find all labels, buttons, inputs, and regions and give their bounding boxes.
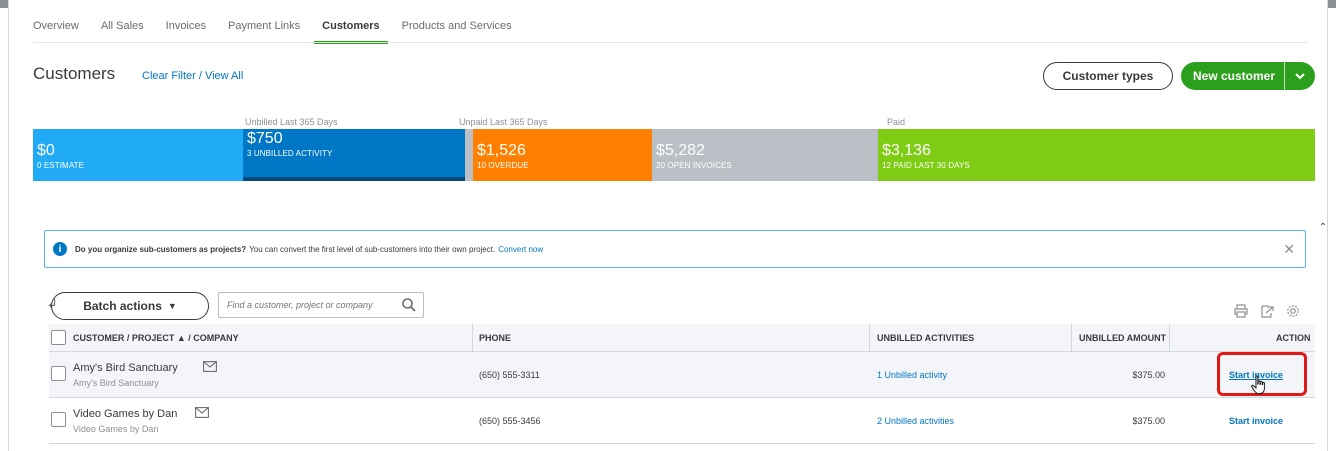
tab-invoices[interactable]: Invoices <box>166 18 206 44</box>
open-invoices-lip <box>465 129 473 181</box>
table-row[interactable]: Video Games by Dan Video Games by Dan (6… <box>49 398 1315 444</box>
batch-actions-button[interactable]: Batch actions ▼ <box>51 292 209 320</box>
column-action: ACTION <box>1276 333 1311 343</box>
phone-number: (650) 555-3456 <box>479 416 541 426</box>
new-customer-button[interactable]: New customer <box>1181 69 1284 83</box>
new-customer-dropdown[interactable] <box>1285 62 1315 90</box>
money-bar-paid[interactable]: $3,136 12 PAID LAST 30 DAYS <box>878 129 1315 181</box>
tab-overview[interactable]: Overview <box>33 18 79 44</box>
scroll-up-icon[interactable]: ⌃ <box>1317 222 1329 234</box>
start-invoice-link[interactable]: Start invoice <box>1229 416 1283 426</box>
overdue-amount: $1,526 <box>477 142 526 159</box>
column-unbilled-amount[interactable]: UNBILLED AMOUNT <box>1079 324 1166 352</box>
column-divider <box>1071 324 1072 352</box>
company-name: Video Games by Dan <box>73 424 159 434</box>
estimate-amount: $0 <box>37 142 55 159</box>
unbilled-amount: $375.00 <box>1132 370 1165 380</box>
batch-actions-label: Batch actions <box>83 299 162 313</box>
customer-name[interactable]: Video Games by Dan <box>73 408 177 420</box>
customer-name[interactable]: Amy's Bird Sanctuary <box>73 362 178 374</box>
column-divider <box>472 324 473 352</box>
money-bar-unbilled[interactable]: $750 3 UNBILLED ACTIVITY <box>243 129 465 181</box>
paid-label: 12 PAID LAST 30 DAYS <box>882 161 970 170</box>
customer-types-button[interactable]: Customer types <box>1043 62 1173 90</box>
sales-tabs: Overview All Sales Invoices Payment Link… <box>33 18 534 44</box>
customer-search-input[interactable] <box>218 292 424 318</box>
selected-indicator <box>243 177 465 181</box>
unbilled-label: 3 UNBILLED ACTIVITY <box>247 149 333 158</box>
tab-products-and-services[interactable]: Products and Services <box>402 18 512 44</box>
select-all-checkbox[interactable] <box>51 330 66 345</box>
column-divider <box>1169 324 1170 352</box>
company-name: Amy's Bird Sanctuary <box>73 378 159 388</box>
projects-info-banner: i Do you organize sub-customers as proje… <box>44 230 1306 268</box>
chevron-down-icon <box>1295 72 1305 79</box>
open-amount: $5,282 <box>656 142 705 159</box>
email-envelope-icon[interactable] <box>195 407 209 418</box>
column-divider <box>869 324 870 352</box>
column-unbilled-activities[interactable]: UNBILLED ACTIVITIES <box>877 324 974 352</box>
customers-table-header: CUSTOMER / PROJECT ▲ / COMPANY PHONE UNB… <box>49 324 1315 352</box>
money-bar-open-invoices[interactable]: $5,282 20 OPEN INVOICES <box>652 129 878 181</box>
column-customer[interactable]: CUSTOMER / PROJECT ▲ / COMPANY <box>73 324 239 352</box>
table-row[interactable]: Amy's Bird Sanctuary Amy's Bird Sanctuar… <box>49 352 1315 398</box>
overdue-label: 10 OVERDUE <box>477 161 529 170</box>
info-icon: i <box>53 242 67 256</box>
row-checkbox[interactable] <box>51 366 66 381</box>
export-icon[interactable] <box>1260 304 1274 318</box>
tab-customers[interactable]: Customers <box>314 18 389 44</box>
tabs-divider <box>33 42 1307 43</box>
caret-down-icon: ▼ <box>167 301 177 311</box>
page-frame: Overview All Sales Invoices Payment Link… <box>8 0 1328 451</box>
search-icon[interactable] <box>401 297 417 313</box>
money-bar-estimate[interactable]: $0 0 ESTIMATE <box>33 129 243 181</box>
banner-text: You can convert the first level of sub-c… <box>249 244 496 254</box>
unbilled-amount: $750 <box>247 130 283 147</box>
print-icon[interactable] <box>1234 304 1248 318</box>
email-envelope-icon[interactable] <box>203 361 217 372</box>
banner-question: Do you organize sub-customers as project… <box>75 244 247 254</box>
settings-gear-icon[interactable] <box>1286 304 1300 318</box>
close-icon[interactable]: ✕ <box>1283 241 1295 258</box>
caption-unpaid: Unpaid Last 365 Days <box>459 117 548 127</box>
row-checkbox[interactable] <box>51 412 66 427</box>
page-title: Customers <box>33 64 116 83</box>
caption-unbilled: Unbilled Last 365 Days <box>245 117 338 127</box>
money-bar-overdue[interactable]: $1,526 10 OVERDUE <box>465 129 652 181</box>
estimate-label: 0 ESTIMATE <box>37 161 85 170</box>
tab-payment-links[interactable]: Payment Links <box>228 18 300 44</box>
phone-number: (650) 555-3311 <box>479 370 540 380</box>
tab-all-sales[interactable]: All Sales <box>101 18 144 44</box>
paid-amount: $3,136 <box>882 142 931 159</box>
column-phone[interactable]: PHONE <box>479 324 511 352</box>
convert-now-link[interactable]: Convert now <box>498 245 543 254</box>
hand-pointer-cursor-icon <box>1251 375 1265 394</box>
clear-filter-link[interactable]: Clear Filter / View All <box>142 70 243 82</box>
open-label: 20 OPEN INVOICES <box>656 161 732 170</box>
unbilled-amount: $375.00 <box>1132 416 1165 426</box>
caption-paid: Paid <box>887 117 906 127</box>
unbilled-activities-link[interactable]: 1 Unbilled activity <box>877 370 947 380</box>
unbilled-activities-link[interactable]: 2 Unbilled activities <box>877 416 954 426</box>
split-divider <box>1284 62 1285 90</box>
new-customer-split-button: New customer <box>1181 62 1315 90</box>
